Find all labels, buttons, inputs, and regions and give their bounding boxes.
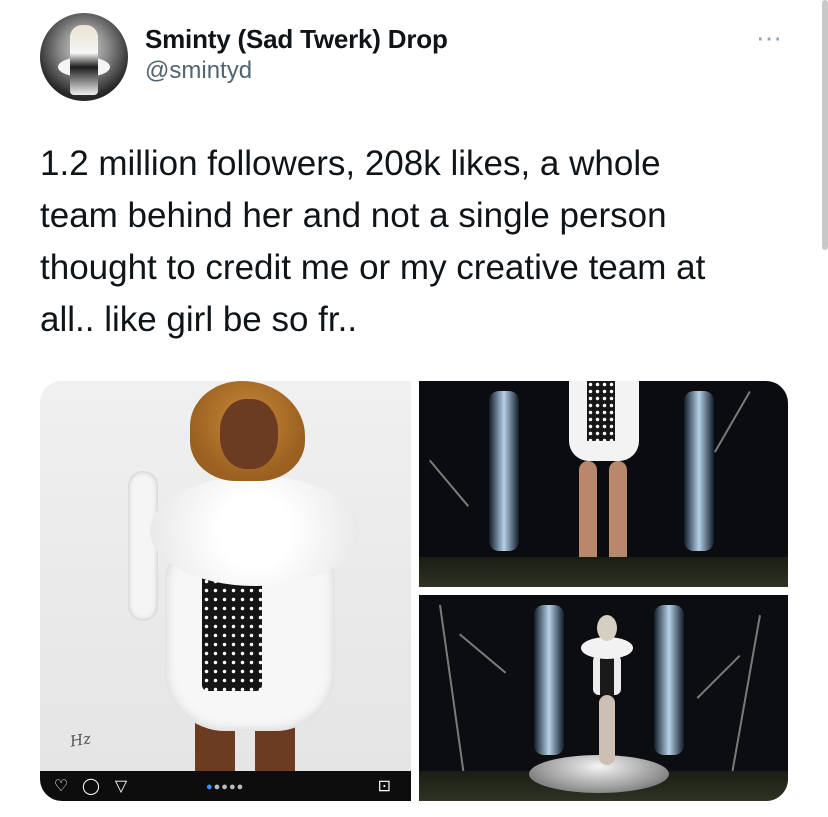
avatar-figure xyxy=(70,25,98,95)
media-image-1[interactable]: Hz ♡ ◯ ▽ ●●●●● ⊡ xyxy=(40,381,411,801)
heart-icon[interactable]: ♡ xyxy=(52,776,70,796)
artist-signature: Hz xyxy=(68,729,93,751)
author-avatar[interactable] xyxy=(40,13,128,101)
tweet-text: 1.2 million followers, 208k likes, a who… xyxy=(40,144,706,339)
media-image-3[interactable] xyxy=(419,595,788,801)
instagram-action-bar: ♡ ◯ ▽ ●●●●● ⊡ xyxy=(40,771,411,801)
scrollbar[interactable] xyxy=(822,0,828,250)
comment-icon[interactable]: ◯ xyxy=(82,776,100,796)
bookmark-icon[interactable]: ⊡ xyxy=(378,776,391,796)
tweet-media-grid: Hz ♡ ◯ ▽ ●●●●● ⊡ xyxy=(40,381,788,801)
carousel-dots: ●●●●● xyxy=(206,781,245,793)
share-icon[interactable]: ▽ xyxy=(112,776,130,796)
image-face xyxy=(220,399,278,469)
media-image-2[interactable] xyxy=(419,381,788,587)
author-handle[interactable]: @smintyd xyxy=(145,57,252,85)
image-fur-stole xyxy=(150,476,360,586)
more-options-icon[interactable]: ⋯ xyxy=(756,23,783,54)
image-figure xyxy=(581,615,633,765)
author-display-name[interactable]: Sminty (Sad Twerk) Drop xyxy=(145,24,448,55)
